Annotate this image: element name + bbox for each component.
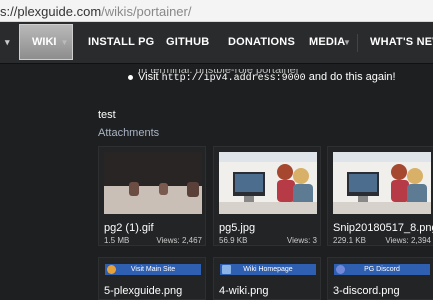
attachment-card[interactable]: Wiki Homepage 4-wiki.png: [213, 257, 321, 300]
attachment-thumbnail[interactable]: [104, 152, 202, 214]
instruction-visit: Visit: [138, 71, 159, 83]
menu-chevron-icon[interactable]: ▾: [5, 22, 10, 63]
attachment-card[interactable]: Snip20180517_8.png 229.1 KB Views: 2,394: [327, 146, 433, 246]
attachment-thumbnail[interactable]: [219, 152, 317, 214]
attachment-meta: 229.1 KB Views: 2,394: [333, 236, 431, 245]
banner-label: Wiki Homepage: [243, 266, 293, 273]
url-text[interactable]: s://plexguide.com/wikis/portainer/: [0, 4, 191, 19]
nav-wiki-label: WIKI: [32, 36, 57, 48]
attachment-card[interactable]: pg5.jpg 56.9 KB Views: 3: [213, 146, 321, 246]
nav-media-label: MEDIA: [309, 36, 346, 48]
attachment-size: 229.1 KB: [333, 236, 366, 245]
attachment-filename[interactable]: 3-discord.png: [333, 285, 400, 297]
attachment-card[interactable]: pg2 (1).gif 1.5 MB Views: 2,467: [98, 146, 206, 246]
discord-logo-icon: [336, 265, 345, 274]
attachment-size: 56.9 KB: [219, 236, 248, 245]
section-text-test: test: [98, 109, 116, 121]
chevron-down-icon: ▼: [60, 38, 69, 47]
instruction-code: http://ipv4.address:9000: [161, 73, 306, 84]
url-path: /wikis/portainer/: [101, 4, 192, 19]
nav-media[interactable]: MEDIA: [309, 22, 345, 63]
attachment-size: 1.5 MB: [104, 236, 130, 245]
attachment-views: Views: 2,394: [385, 236, 431, 245]
top-navigation: ▾ WIKI ▼ INSTALL PG GITHUB DONATIONS MEDI…: [0, 22, 433, 64]
browser-address-bar[interactable]: s://plexguide.com/wikis/portainer/: [0, 0, 433, 22]
attachment-meta: 56.9 KB Views: 3: [219, 236, 317, 245]
nav-donations[interactable]: DONATIONS: [228, 22, 295, 63]
attachment-thumbnail[interactable]: [333, 152, 431, 214]
bullet-icon: [128, 75, 133, 80]
attachment-filename[interactable]: 5-plexguide.png: [104, 285, 182, 297]
attachment-filename[interactable]: pg5.jpg: [219, 222, 255, 234]
attachments-heading: Attachments: [98, 127, 160, 139]
nav-wiki[interactable]: WIKI ▼: [19, 24, 73, 60]
attachment-thumbnail[interactable]: Visit Main Site: [105, 264, 201, 275]
attachment-card[interactable]: PG Discord 3-discord.png: [327, 257, 433, 300]
attachment-thumbnail[interactable]: Wiki Homepage: [220, 264, 316, 275]
banner-label: Visit Main Site: [130, 266, 176, 273]
chevron-down-icon[interactable]: ▼: [343, 22, 351, 63]
wiki-logo-icon: [222, 265, 231, 274]
instruction-line-2: Visit http://ipv4.address:9000 and do th…: [128, 71, 396, 84]
instruction-suffix: and do this again!: [308, 71, 396, 83]
attachment-meta: 1.5 MB Views: 2,467: [104, 236, 202, 245]
attachment-thumbnail[interactable]: PG Discord: [334, 264, 430, 275]
attachment-filename[interactable]: Snip20180517_8.png: [333, 222, 433, 234]
nav-divider: [357, 34, 358, 52]
nav-whats-new[interactable]: WHAT'S NEW: [370, 22, 433, 63]
nav-github[interactable]: GITHUB: [166, 22, 209, 63]
url-host: s://plexguide.com: [0, 4, 102, 19]
attachment-card[interactable]: Visit Main Site 5-plexguide.png: [98, 257, 206, 300]
plexguide-logo-icon: [107, 265, 116, 274]
attachment-views: Views: 3: [286, 236, 317, 245]
attachment-filename[interactable]: pg2 (1).gif: [104, 222, 154, 234]
attachment-views: Views: 2,467: [156, 236, 202, 245]
banner-label: PG Discord: [364, 266, 400, 273]
attachment-filename[interactable]: 4-wiki.png: [219, 285, 269, 297]
nav-install-pg[interactable]: INSTALL PG: [88, 22, 154, 63]
